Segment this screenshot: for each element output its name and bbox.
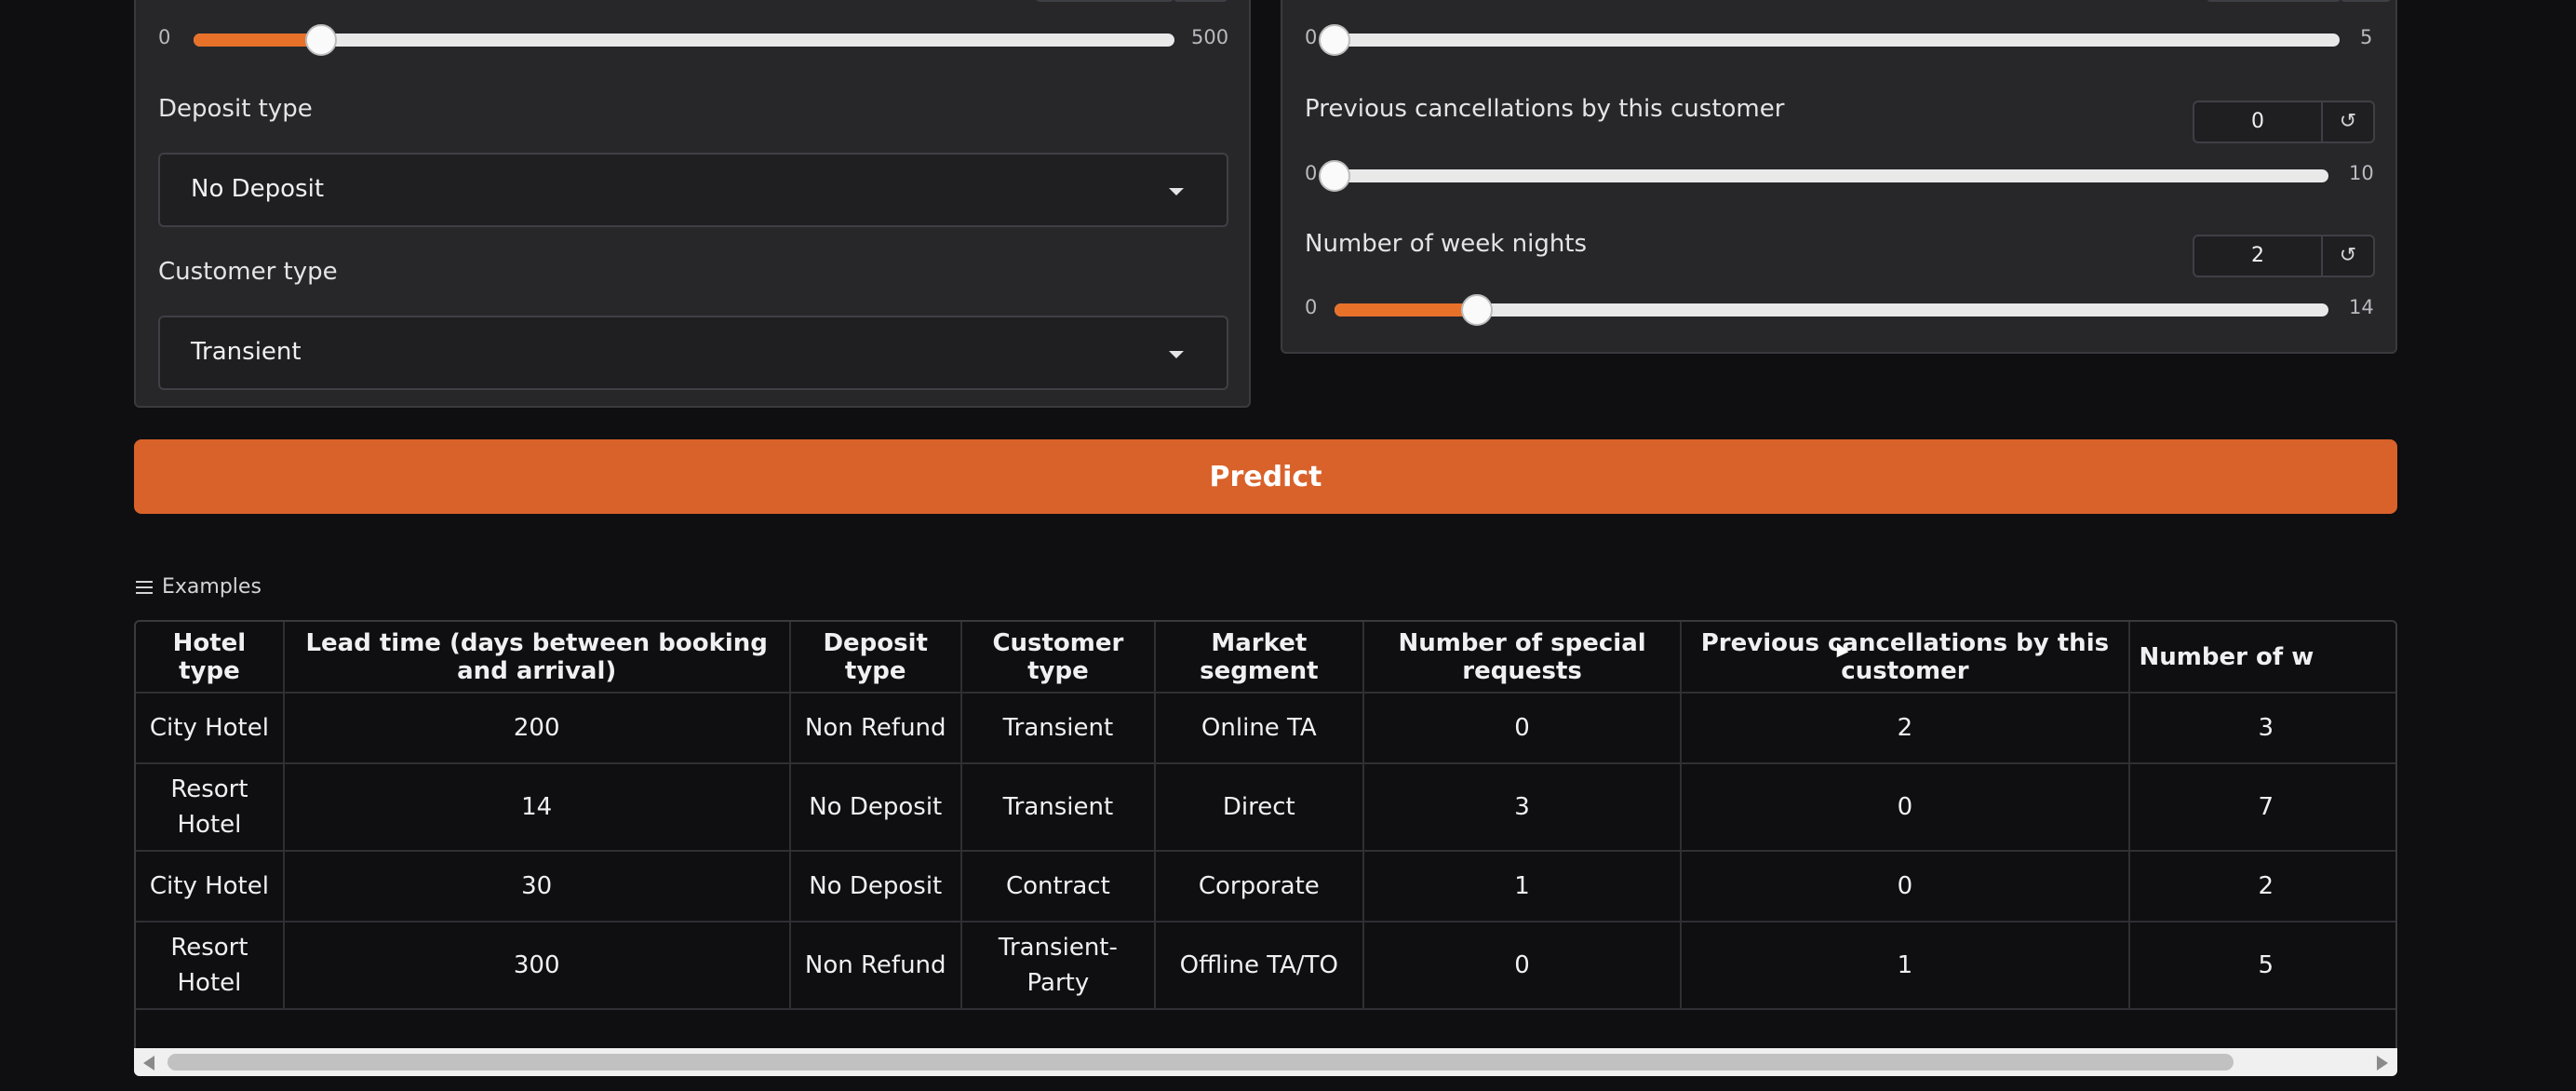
table-cell: Resort Hotel [136,922,285,1010]
customer-type-label: Customer type [158,258,338,286]
table-cell: Resort Hotel [136,763,285,852]
table-header-row: Hotel type Lead time (days between booki… [136,622,2395,694]
slider-min-label: 0 [1305,296,1318,318]
column-header: Lead time (days between booking and arri… [283,622,791,694]
table-cell: 30 [283,851,791,923]
scroll-right-icon[interactable] [2377,1056,2388,1071]
slider-max-label: 10 [2349,162,2374,184]
customer-type-dropdown[interactable]: Transient [158,316,1228,390]
table-cell: Direct [1154,763,1364,852]
table-cell: Offline TA/TO [1154,922,1364,1010]
table-cell: City Hotel [136,693,285,764]
table-cell: Non Refund [789,693,962,764]
column-header: Customer type [960,622,1156,694]
slider-min-label: 0 [1305,162,1318,184]
week-nights-value[interactable]: 2 [2194,236,2323,276]
table-cell: Transient-Party [960,922,1156,1010]
table-row[interactable]: Resort Hotel 14 No Deposit Transient Dir… [136,763,2395,852]
table-cell: 200 [283,693,791,764]
examples-table[interactable]: Hotel type Lead time (days between booki… [134,620,2397,1076]
slider-min-label: 0 [158,26,171,48]
customer-type-value: Transient [191,338,302,366]
prev-cancellations-value[interactable]: 0 [2194,102,2323,141]
table-cell: 7 [2128,763,2395,852]
table-cell: 3 [2128,693,2395,764]
table-cell: 3 [1362,763,1683,852]
table-cell: Corporate [1154,851,1364,923]
week-nights-label: Number of week nights [1305,230,1588,258]
table-cell: 2 [2128,851,2395,923]
left-input-panel: 0 500 Deposit type No Deposit Customer t… [134,0,1251,408]
slider-max-label: 14 [2349,296,2374,318]
slider-max-label: 5 [2360,26,2373,48]
table-cell: 0 [1362,693,1683,764]
table-cell: 0 [1681,851,2130,923]
column-header: Market segment [1154,622,1364,694]
deposit-type-value: No Deposit [191,175,325,203]
refresh-icon[interactable]: ↺ [2323,102,2373,141]
special-requests-slider[interactable] [1319,24,2340,56]
slider-thumb[interactable] [305,24,338,56]
table-cell: 300 [283,922,791,1010]
column-header: Hotel type [136,622,285,694]
column-header: Previous cancellations by this customer [1681,622,2130,694]
slider-fill [194,34,322,47]
table-cell: Contract [960,851,1156,923]
table-cell: 14 [283,763,791,852]
examples-grid: Hotel type Lead time (days between booki… [136,622,2395,1010]
reset-button-cut[interactable] [1173,0,1228,2]
table-cell: 0 [1362,922,1683,1010]
scroll-left-icon[interactable] [143,1056,154,1071]
table-row[interactable]: Resort Hotel 300 Non Refund Transient-Pa… [136,922,2395,1010]
chevron-down-icon [1169,351,1184,358]
examples-title: Examples [162,575,262,599]
prev-cancellations-label: Previous cancellations by this customer [1305,95,1785,123]
table-cell: 1 [1362,851,1683,923]
number-input-cut[interactable] [1035,0,1174,2]
right-input-panel: 0 5 Previous cancellations by this custo… [1281,0,2397,354]
week-nights-number[interactable]: 2 ↺ [2193,235,2375,277]
column-header: Deposit type [789,622,962,694]
prev-cancellations-number[interactable]: 0 ↺ [2193,101,2375,143]
column-header: Number of special requests [1362,622,1683,694]
week-nights-slider[interactable] [1335,294,2328,326]
reset-button-cut[interactable] [2340,0,2392,2]
table-cell: Online TA [1154,693,1364,764]
table-row[interactable]: City Hotel 200 Non Refund Transient Onli… [136,693,2395,764]
column-header: Number of w [2128,622,2395,694]
lead-time-slider[interactable] [194,24,1174,56]
slider-thumb[interactable] [1319,24,1350,56]
examples-header: Examples [136,575,262,599]
slider-fill [1335,303,1477,317]
table-cell: 0 [1681,763,2130,852]
number-input-cut[interactable] [2206,0,2341,2]
prev-cancellations-slider[interactable] [1319,160,2328,192]
table-cell: No Deposit [789,763,962,852]
table-cell: Transient [960,693,1156,764]
table-cell: 2 [1681,693,2130,764]
table-cell: 5 [2128,922,2395,1010]
table-row[interactable]: City Hotel 30 No Deposit Contract Corpor… [136,851,2395,923]
horizontal-scrollbar[interactable] [134,1048,2397,1076]
chevron-down-icon [1169,188,1184,195]
table-cell: No Deposit [789,851,962,923]
table-cell: City Hotel [136,851,285,923]
table-cell: Non Refund [789,922,962,1010]
slider-min-label: 0 [1305,26,1318,48]
table-cell: 1 [1681,922,2130,1010]
deposit-type-dropdown[interactable]: No Deposit [158,153,1228,227]
predict-button[interactable]: Predict [134,439,2397,514]
slider-max-label: 500 [1191,26,1229,48]
slider-thumb[interactable] [1460,294,1493,326]
refresh-icon[interactable]: ↺ [2323,236,2373,276]
list-icon [136,580,153,595]
slider-thumb[interactable] [1319,160,1350,192]
scrollbar-thumb[interactable] [168,1054,2234,1071]
deposit-type-label: Deposit type [158,95,313,123]
table-cell: Transient [960,763,1156,852]
